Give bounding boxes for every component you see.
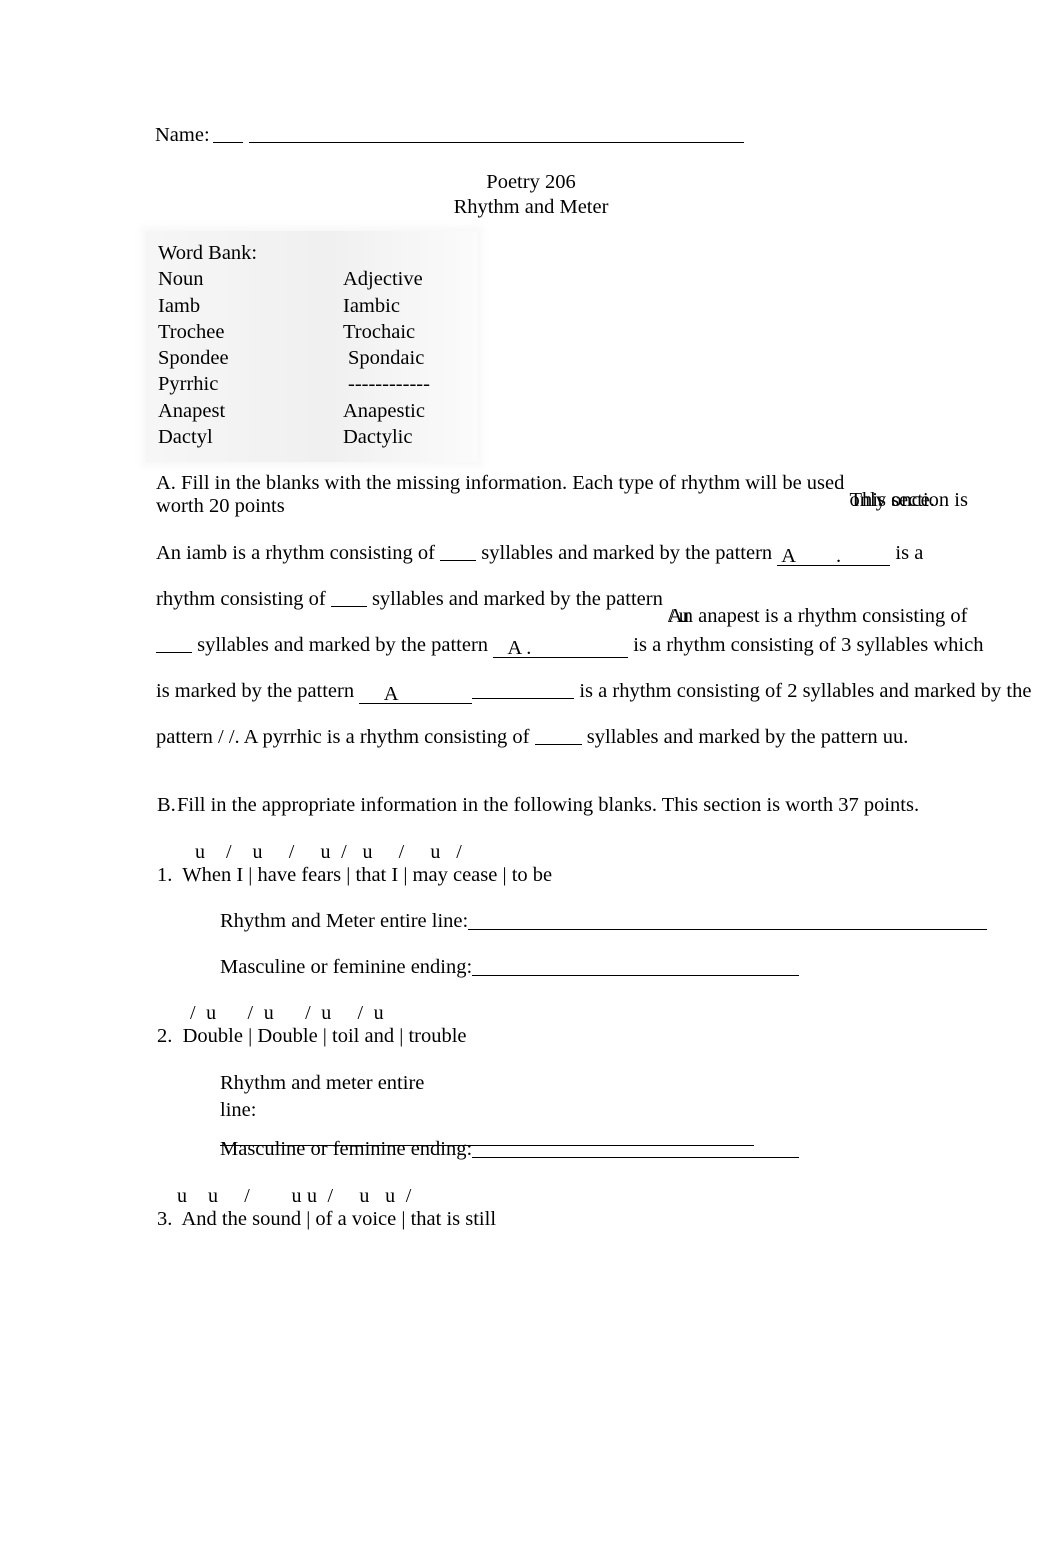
item-1-rhythm-prompt: Rhythm and Meter entire line: <box>220 910 988 933</box>
section-a-line-5: pattern / /. A pyrrhic is a rhythm consi… <box>156 726 908 749</box>
name-row: Name: <box>155 124 744 147</box>
section-a-line-1: An iamb is a rhythm consisting of syllab… <box>156 542 923 566</box>
overlap-text-anapest: An anapest is a rhythm consisting of <box>667 605 968 627</box>
section-b-instructions-text: Fill in the appropriate information in t… <box>177 794 920 816</box>
answer-blank[interactable] <box>472 959 800 976</box>
poetry-line: 3. And the sound | of a voice | that is … <box>157 1208 497 1230</box>
answer-blank[interactable] <box>472 1141 800 1158</box>
word-bank-row: Dactyl Dactylic <box>158 424 478 450</box>
prompt-label: Masculine or feminine ending: <box>220 1138 473 1160</box>
word-bank-box: Word Bank: Noun Adjective Iamb Iambic Tr… <box>146 231 478 463</box>
line4-text-a: is marked by the pattern <box>156 680 360 702</box>
scansion-item-2: / u / u / u / u 2. Double | Double | toi… <box>157 1002 467 1048</box>
pattern-answer-blank[interactable]: A . <box>777 546 891 566</box>
word-bank-noun: Anapest <box>158 399 226 422</box>
word-bank-dashes: ------------ <box>348 373 430 396</box>
word-bank-noun: Pyrrhic <box>158 373 219 396</box>
item-2-ending-prompt: Masculine or feminine ending: <box>220 1138 800 1161</box>
overlap-text-this-section: This section is <box>849 489 968 511</box>
page-title: Poetry 206 Rhythm and Meter <box>0 170 1062 219</box>
syllable-count-blank[interactable] <box>534 729 582 745</box>
line2-text-b: syllables and marked by the pattern <box>366 588 668 610</box>
word-bank-row: Pyrrhic ------------ <box>158 371 478 397</box>
word-bank-row: Spondee Spondaic <box>158 345 478 371</box>
poetry-line: 2. Double | Double | toil and | trouble <box>157 1025 467 1047</box>
worksheet-page: Name: Poetry 206 Rhythm and Meter Word B… <box>0 0 1062 1561</box>
item-1-ending-prompt: Masculine or feminine ending: <box>220 956 800 979</box>
scansion-marks: u u / u u / u u / <box>177 1185 412 1207</box>
section-a-points-text: worth 20 points <box>156 495 285 517</box>
line1-text-b: syllables and marked by the pattern <box>476 542 778 564</box>
word-bank-heading: Word Bank: <box>158 242 258 264</box>
prompt-label-line2: line: <box>220 1099 257 1121</box>
worksheet-subtitle: Rhythm and Meter <box>453 195 609 218</box>
line4-text-b: is a rhythm consisting of 2 syllables an… <box>574 680 1032 702</box>
word-bank-adjective: Dactylic <box>343 426 413 449</box>
line2-text-a: rhythm consisting of <box>156 588 331 610</box>
line1-text-c: is a <box>890 542 924 564</box>
word-bank-noun: Iamb <box>158 294 201 317</box>
syllable-count-blank[interactable] <box>330 591 367 607</box>
section-a-line-2: rhythm consisting of syllables and marke… <box>156 588 967 627</box>
answer-blank[interactable] <box>468 913 988 930</box>
pattern-blank-continued[interactable] <box>472 683 575 699</box>
section-a-line-4: is marked by the pattern A is a rhythm c… <box>156 680 1031 704</box>
word-bank-adjective: Adjective <box>343 268 423 291</box>
word-bank-adjective: Iambic <box>343 294 400 317</box>
syllable-count-blank[interactable] <box>440 545 477 561</box>
scansion-item-3: u u / u u / u u / 3. And the sound | of … <box>157 1185 496 1231</box>
word-bank-row: Iamb Iambic <box>158 293 478 319</box>
poetry-line: 1. When I | have fears | that I | may ce… <box>157 864 553 886</box>
scansion-marks: / u / u / u / u <box>190 1002 384 1024</box>
word-bank-noun: Spondee <box>158 347 229 370</box>
scansion-marks: u / u / u / u / u / <box>195 841 462 863</box>
line3-text-b: is a rhythm consisting of 3 syllables wh… <box>628 634 984 656</box>
section-b-letter: B. <box>157 794 176 816</box>
scansion-item-1: u / u / u / u / u / 1. When I | have fea… <box>157 841 552 887</box>
section-b-instructions: B.Fill in the appropriate information in… <box>157 794 919 817</box>
word-bank-row: Noun Adjective <box>158 266 478 292</box>
prompt-label: Masculine or feminine ending: <box>220 956 473 978</box>
syllable-count-blank[interactable] <box>156 637 192 653</box>
line5-text-a: pattern / /. A pyrrhic is a rhythm consi… <box>156 726 535 748</box>
name-label: Name: <box>155 124 210 146</box>
prompt-label: Rhythm and Meter entire line: <box>220 910 469 932</box>
word-bank-row: Anapest Anapestic <box>158 398 478 424</box>
section-a-instructions-text: A. Fill in the blanks with the missing i… <box>156 472 850 494</box>
name-short-blank[interactable] <box>212 127 243 143</box>
word-bank-adjective: Anapestic <box>343 399 425 422</box>
word-bank-noun: Dactyl <box>158 426 213 449</box>
section-a-instructions: A. Fill in the blanks with the missing i… <box>156 472 968 518</box>
word-bank-adjective: Trochaic <box>343 320 416 343</box>
word-bank-noun: Noun <box>158 268 204 291</box>
line1-text-a: An iamb is a rhythm consisting of <box>156 542 441 564</box>
pattern-answer-blank[interactable]: A <box>359 684 473 704</box>
pattern-answer-blank[interactable]: A . <box>493 638 629 658</box>
course-title: Poetry 206 <box>486 171 576 193</box>
line5-text-b: syllables and marked by the pattern uu. <box>581 726 909 748</box>
name-long-blank[interactable] <box>248 127 744 143</box>
prompt-label-line1: Rhythm and meter entire <box>220 1072 425 1094</box>
section-a-line-3: syllables and marked by the pattern A . … <box>156 634 983 658</box>
line3-text-a: syllables and marked by the pattern <box>192 634 494 656</box>
word-bank-adjective: Spondaic <box>348 347 425 370</box>
word-bank-noun: Trochee <box>158 320 225 343</box>
word-bank-row: Trochee Trochaic <box>158 319 478 345</box>
